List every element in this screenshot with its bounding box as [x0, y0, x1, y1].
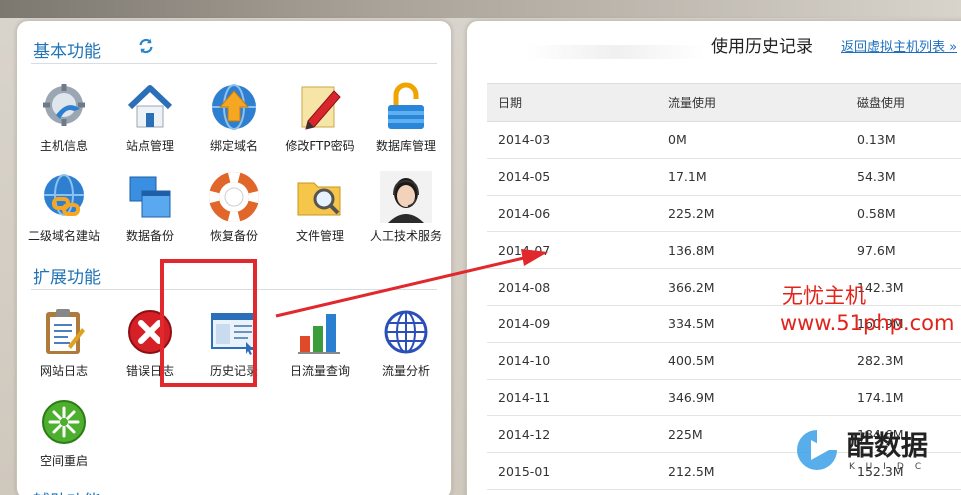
- tile-daily-traffic[interactable]: 日流量查询: [275, 306, 365, 379]
- support-agent-avatar: [380, 171, 432, 223]
- table-row: 2014-10 400.5M 282.3M: [487, 342, 961, 380]
- cell-disk: 174.1M: [857, 379, 961, 417]
- function-panel: 基本功能 主机信息 站点管理 绑定域名 修改FTP密码 数据库管理 二级域名建站…: [16, 20, 452, 495]
- cell-date: 2014-11: [487, 379, 668, 417]
- tile-manual-support[interactable]: 人工技术服务: [361, 171, 451, 244]
- tile-label: 文件管理: [295, 229, 344, 243]
- pencil-icon: [301, 86, 341, 130]
- tile-site-manage[interactable]: 站点管理: [105, 81, 195, 154]
- cell-date: 2014-12: [487, 415, 668, 454]
- tile-label: 绑定域名: [209, 139, 258, 153]
- tile-host-info[interactable]: 主机信息: [19, 81, 109, 154]
- lifebuoy-icon: [209, 172, 259, 222]
- tile-label: 人工技术服务: [369, 229, 442, 243]
- table-row: 2014-06 225.2M 0.58M: [487, 195, 961, 233]
- column-header-date: 日期: [487, 83, 668, 122]
- globe-upload-icon: [212, 84, 256, 130]
- column-header-traffic: 流量使用: [668, 83, 857, 122]
- table-header-row: 日期 流量使用 磁盘使用: [487, 83, 961, 122]
- table-row: 2014-11 346.9M 174.1M: [487, 379, 961, 417]
- restart-icon: [42, 400, 86, 444]
- cell-date: 2014-09: [487, 305, 668, 343]
- tile-label: 数据备份: [125, 229, 174, 243]
- tile-site-log[interactable]: 网站日志: [19, 306, 109, 379]
- cell-traffic: 136.8M: [668, 231, 857, 270]
- section-title-auxiliary: 辅助功能: [33, 487, 101, 495]
- cell-date: 2014-07: [487, 231, 668, 270]
- bar-chart-icon: [298, 314, 340, 354]
- logo-text: 酷数据: [847, 431, 928, 462]
- highlight-box: [160, 259, 257, 387]
- tile-label: 数据库管理: [375, 139, 436, 153]
- cell-disk: 0.58M: [857, 195, 961, 233]
- tile-database-manage[interactable]: 数据库管理: [361, 81, 451, 154]
- cell-date: 2014-06: [487, 195, 668, 233]
- windows-copy-icon: [129, 176, 171, 218]
- cell-traffic: 346.9M: [668, 379, 857, 417]
- cell-date: 2014-05: [487, 158, 668, 196]
- tile-label: 日流量查询: [289, 364, 350, 378]
- table-row: 2014-07 136.8M 97.6M: [487, 231, 961, 270]
- logo-subtext: KUIDC: [849, 462, 933, 472]
- cell-date: 2015-01: [487, 452, 668, 490]
- logo-play-icon: [797, 430, 837, 470]
- cell-date: 2014-10: [487, 342, 668, 380]
- cell-traffic: 225.2M: [668, 195, 857, 233]
- globe-grid-icon: [384, 310, 428, 354]
- cell-date: 2014-03: [487, 121, 668, 159]
- column-header-disk: 磁盘使用: [857, 83, 961, 122]
- watermark-url: www.51php.com: [780, 311, 955, 335]
- history-title: 使用历史记录: [711, 37, 813, 57]
- tile-restore-backup[interactable]: 恢复备份: [189, 171, 279, 244]
- cell-traffic: 17.1M: [668, 158, 857, 196]
- section-divider: [31, 63, 437, 64]
- tile-bind-domain[interactable]: 绑定域名: [189, 81, 279, 154]
- tile-label: 站点管理: [125, 139, 174, 153]
- cell-traffic: 400.5M: [668, 342, 857, 380]
- globe-link-icon: [44, 174, 84, 216]
- watermark-logo: 酷数据 KUIDC: [793, 424, 961, 484]
- cell-disk: 142.3M: [857, 268, 961, 306]
- cell-traffic: 0M: [668, 121, 857, 159]
- tile-label: 空间重启: [39, 454, 88, 468]
- tile-traffic-analysis[interactable]: 流量分析: [361, 306, 451, 379]
- home-icon: [127, 85, 173, 128]
- cell-disk: 97.6M: [857, 231, 961, 270]
- lock-icon: [388, 82, 424, 129]
- header-gradient: [525, 45, 705, 59]
- back-to-host-list-link[interactable]: 返回虚拟主机列表 »: [841, 36, 957, 55]
- host-info-icon: [43, 84, 85, 126]
- refresh-icon[interactable]: [137, 37, 155, 55]
- cell-disk: 282.3M: [857, 342, 961, 380]
- table-row: 2014-08 366.2M 142.3M: [487, 268, 961, 306]
- tile-space-restart[interactable]: 空间重启: [19, 396, 109, 469]
- background-top-strip: [0, 0, 961, 18]
- cell-disk: 0.13M: [857, 121, 961, 159]
- tile-label: 网站日志: [39, 364, 88, 378]
- tile-label: 流量分析: [381, 364, 430, 378]
- tile-label: 恢复备份: [209, 229, 258, 243]
- tile-label: 主机信息: [39, 139, 88, 153]
- tile-label: 修改FTP密码: [285, 139, 355, 153]
- tile-subdomain-site[interactable]: 二级域名建站: [19, 171, 109, 244]
- cell-date: 2014-08: [487, 268, 668, 306]
- table-row: 2014-03 0M 0.13M: [487, 121, 961, 159]
- watermark-brand-text: 无忧主机: [782, 284, 866, 308]
- section-title-extended: 扩展功能: [33, 268, 101, 288]
- tile-label: 二级域名建站: [27, 229, 100, 243]
- tile-change-ftp-password[interactable]: 修改FTP密码: [275, 81, 365, 154]
- cell-disk: 54.3M: [857, 158, 961, 196]
- folder-search-icon: [297, 182, 341, 216]
- table-row: 2014-05 17.1M 54.3M: [487, 158, 961, 196]
- tile-data-backup[interactable]: 数据备份: [105, 171, 195, 244]
- clipboard-icon: [46, 309, 85, 354]
- section-title-basic: 基本功能: [33, 42, 101, 62]
- tile-file-manage[interactable]: 文件管理: [275, 171, 365, 244]
